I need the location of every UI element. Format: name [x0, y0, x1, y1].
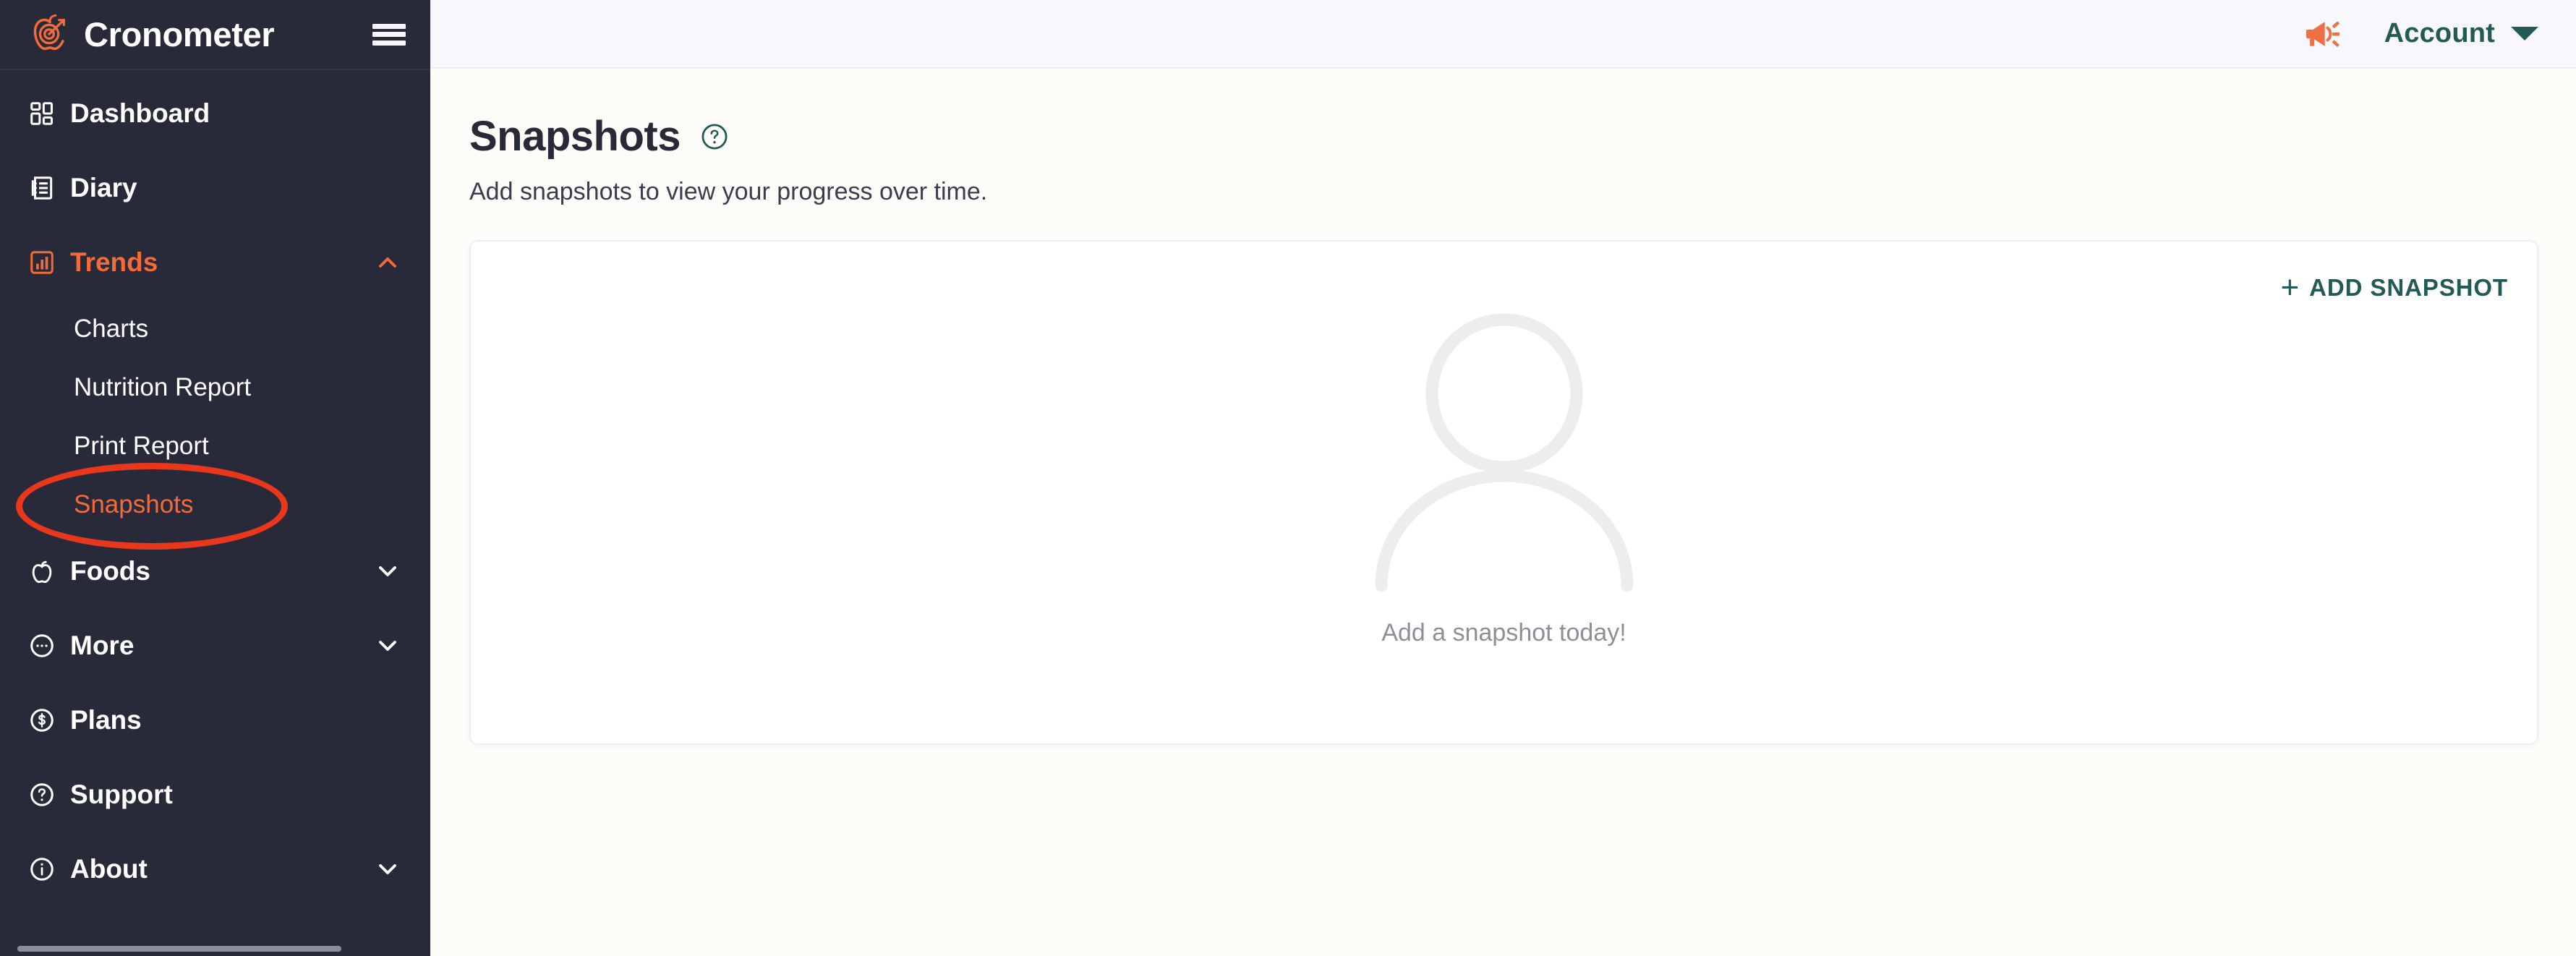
sidebar-item-label: Support: [70, 779, 173, 809]
dashboard-grid-icon: [27, 99, 56, 128]
caret-down-icon: [2511, 27, 2538, 40]
empty-state-text: Add a snapshot today!: [1381, 619, 1626, 646]
plus-icon: +: [2280, 270, 2300, 305]
megaphone-icon[interactable]: [2303, 14, 2344, 54]
empty-state: Add a snapshot today!: [471, 311, 2537, 647]
sidebar-subitem-snapshots[interactable]: Snapshots: [0, 475, 430, 534]
plans-dollar-circle-icon: [27, 706, 56, 735]
sidebar-item-label: Dashboard: [70, 98, 210, 128]
chevron-up-icon[interactable]: [372, 247, 403, 278]
page-subtitle: Add snapshots to view your progress over…: [469, 178, 988, 205]
sidebar-subitem-nutrition-report[interactable]: Nutrition Report: [0, 358, 430, 417]
question-mark-circle-icon[interactable]: [699, 121, 730, 152]
more-ellipsis-circle-icon: [27, 631, 56, 660]
sidebar-item-support[interactable]: Support: [0, 757, 430, 832]
sidebar-item-label: More: [70, 630, 135, 660]
app-root: Cronometer Dashboard Diary Trends Charts…: [0, 0, 2576, 956]
sidebar-subitem-label: Snapshots: [74, 490, 194, 518]
sidebar-item-trends[interactable]: Trends: [0, 225, 430, 299]
sidebar-brand[interactable]: Cronometer: [0, 0, 430, 69]
chevron-down-icon[interactable]: [372, 631, 403, 661]
snapshots-card: + ADD SNAPSHOT Add a snapshot today!: [469, 240, 2538, 745]
sidebar-item-label: Diary: [70, 172, 137, 202]
about-info-circle-icon: [27, 855, 56, 884]
sidebar-item-more[interactable]: More: [0, 608, 430, 683]
support-question-circle-icon: [27, 780, 56, 809]
sidebar-scrollbar-track[interactable]: [0, 940, 430, 956]
main-area: Account Snapshots Add snapshots to view …: [430, 0, 2576, 956]
page-header: Snapshots: [469, 112, 2538, 161]
diary-notebook-icon: [27, 174, 56, 202]
cronometer-apple-target-logo-icon: [33, 14, 66, 50]
account-menu-button[interactable]: Account: [2384, 18, 2538, 49]
sidebar-item-label: Trends: [70, 247, 158, 277]
sidebar-item-label: Foods: [70, 555, 150, 586]
sidebar: Cronometer Dashboard Diary Trends Charts…: [0, 0, 430, 956]
sidebar-subitem-label: Charts: [74, 314, 149, 343]
hamburger-menu-icon[interactable]: [372, 23, 406, 46]
chevron-down-icon[interactable]: [372, 556, 403, 586]
sidebar-subitem-print-report[interactable]: Print Report: [0, 417, 430, 475]
sidebar-item-label: Plans: [70, 704, 142, 735]
trends-bar-chart-icon: [27, 248, 56, 277]
sidebar-item-about[interactable]: About: [0, 832, 430, 906]
sidebar-subitem-label: Print Report: [74, 431, 209, 460]
add-snapshot-button[interactable]: + ADD SNAPSHOT: [2280, 272, 2508, 304]
sidebar-item-label: About: [70, 853, 148, 884]
sidebar-subitem-charts[interactable]: Charts: [0, 299, 430, 358]
add-snapshot-label: ADD SNAPSHOT: [2309, 274, 2508, 301]
topbar: Account: [430, 0, 2576, 69]
page-title: Snapshots: [469, 113, 681, 160]
foods-apple-icon: [27, 557, 56, 586]
sidebar-scrollbar-thumb[interactable]: [17, 946, 341, 952]
account-label: Account: [2384, 18, 2495, 48]
sidebar-nav: Dashboard Diary Trends Charts Nutrition …: [0, 70, 430, 906]
sidebar-item-diary[interactable]: Diary: [0, 150, 430, 225]
chevron-down-icon[interactable]: [372, 854, 403, 884]
brand-name: Cronometer: [84, 15, 275, 54]
page-content: Snapshots Add snapshots to view your pro…: [430, 69, 2576, 745]
sidebar-item-dashboard[interactable]: Dashboard: [0, 76, 430, 150]
person-silhouette-placeholder-icon: [1375, 313, 1633, 592]
sidebar-subitem-label: Nutrition Report: [74, 372, 252, 401]
sidebar-item-plans[interactable]: Plans: [0, 683, 430, 757]
sidebar-item-foods[interactable]: Foods: [0, 534, 430, 608]
